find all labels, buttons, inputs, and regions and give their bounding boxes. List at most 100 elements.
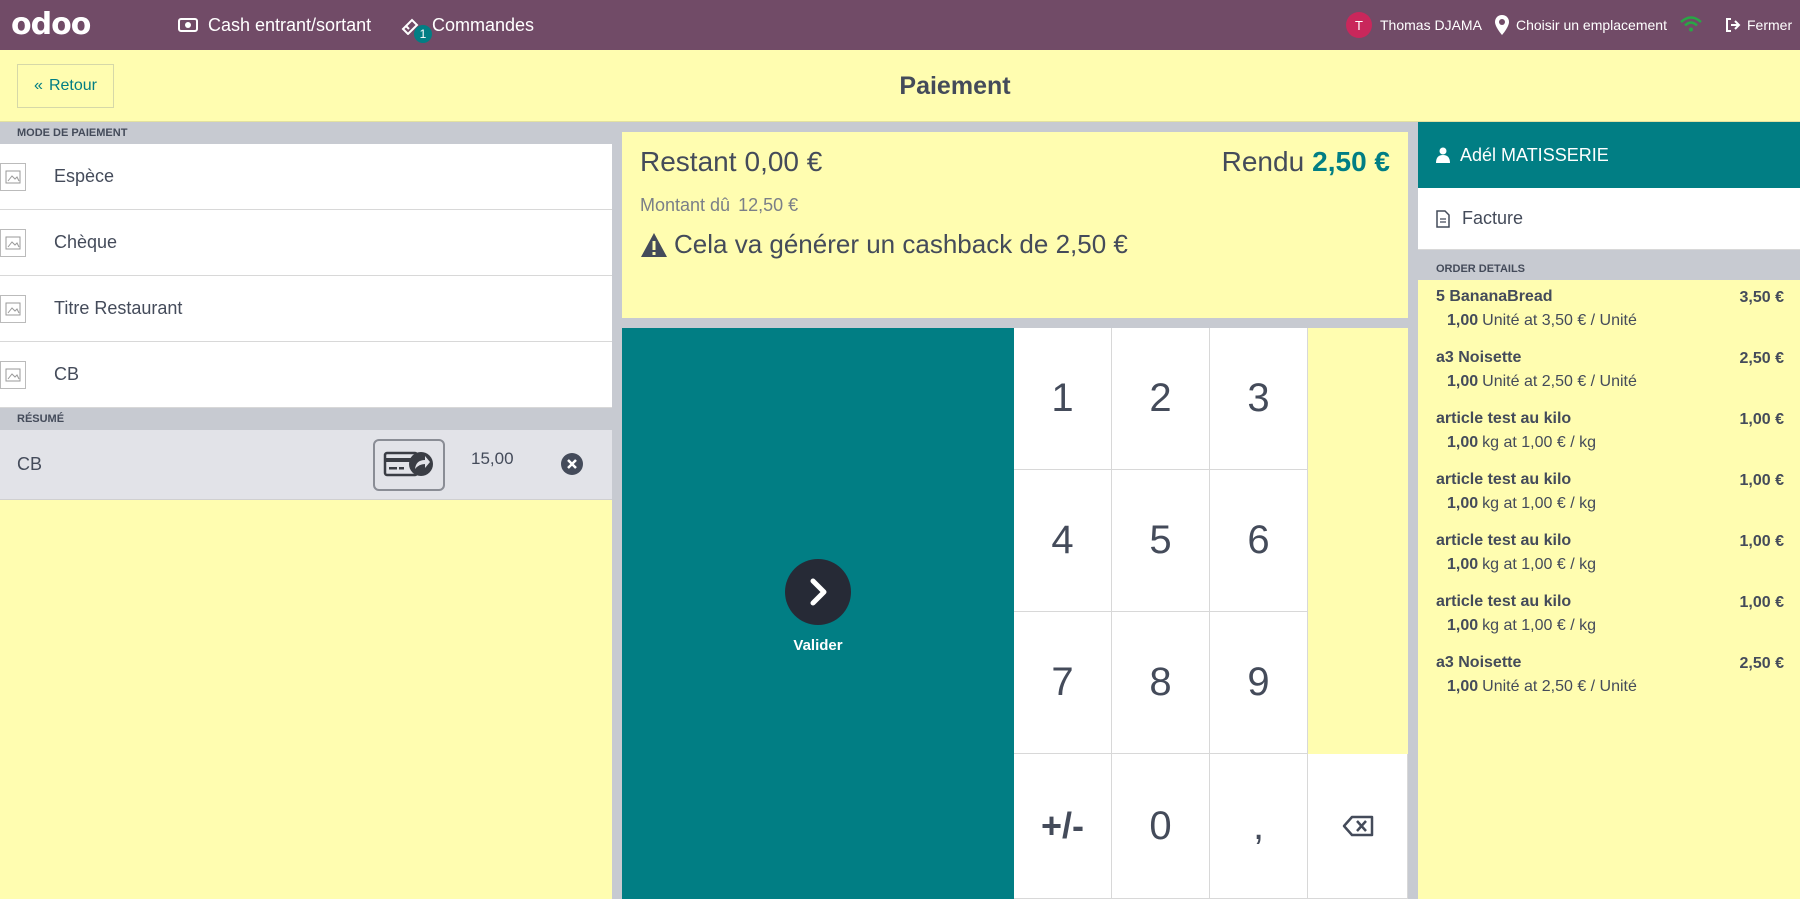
amount-due: Montant dû 12,50 € — [640, 195, 798, 216]
validate-button[interactable]: Valider — [622, 328, 1014, 899]
order-line-price: 2,50 € — [1739, 350, 1784, 367]
numpad-key-7[interactable]: 7 — [1014, 612, 1112, 754]
order-line-qty: 1,00 — [1447, 556, 1479, 573]
back-button[interactable]: « Retour — [17, 64, 114, 108]
close-circle-icon — [561, 453, 583, 475]
cash-in-out-button[interactable]: Cash entrant/sortant — [178, 0, 371, 50]
order-line-name: 5 BananaBread — [1436, 288, 1553, 305]
order-line-name: a3 Noisette — [1436, 349, 1522, 366]
credit-card-send-icon — [383, 448, 435, 483]
close-session-button[interactable]: Fermer — [1725, 0, 1792, 50]
payment-method-espece[interactable]: Espèce — [0, 144, 612, 210]
order-line-info: 1,00 Unité at 2,50 € / Unité — [1436, 678, 1782, 696]
order-line-price: 1,00 € — [1739, 594, 1784, 611]
payment-line[interactable]: CB 15,00 — [0, 430, 612, 500]
numpad-key-1[interactable]: 1 — [1014, 328, 1112, 470]
remaining-label: Restant — [640, 146, 737, 177]
numpad-key-8[interactable]: 8 — [1112, 612, 1210, 754]
amount-due-label: Montant dû — [640, 195, 731, 215]
validate-label: Valider — [793, 637, 843, 654]
page-title: Paiement — [899, 71, 1011, 100]
user-menu[interactable]: T Thomas DJAMA — [1346, 0, 1482, 50]
order-line: article test au kilo 1,00 € 1,00 kg at 1,… — [1418, 524, 1800, 585]
orders-button[interactable]: 1 Commandes — [400, 0, 534, 50]
order-line-unit: kg at 1,00 € / kg — [1482, 556, 1596, 573]
payment-method-cb[interactable]: CB — [0, 342, 612, 408]
logo-text: odoo — [11, 7, 91, 42]
image-placeholder-icon — [0, 229, 26, 257]
order-line: 5 BananaBread 3,50 € 1,00 Unité at 3,50 €… — [1418, 280, 1800, 341]
summary-label: RÉSUMÉ — [0, 408, 612, 430]
numpad-key-0[interactable]: 0 — [1112, 754, 1210, 899]
location-selector[interactable]: Choisir un emplacement — [1494, 0, 1667, 50]
order-line-qty: 1,00 — [1447, 312, 1479, 329]
numpad-key-9[interactable]: 9 — [1210, 612, 1308, 754]
order-line-name: article test au kilo — [1436, 471, 1572, 488]
remaining-amount: Restant 0,00 € — [640, 146, 822, 178]
cashback-warning: Cela va générer un cashback de 2,50 € — [640, 229, 1128, 260]
customer-name: Adél MATISSERIE — [1460, 144, 1609, 165]
cash-in-out-label: Cash entrant/sortant — [208, 14, 372, 35]
change-value: 2,50 € — [1312, 146, 1390, 177]
payment-method-cheque[interactable]: Chèque — [0, 210, 612, 276]
close-label: Fermer — [1747, 17, 1793, 33]
numpad-key-plus-minus[interactable]: +/- — [1014, 754, 1112, 899]
amount-due-value: 12,50 € — [738, 195, 799, 215]
warning-icon — [640, 232, 668, 258]
change-label: Rendu — [1221, 146, 1305, 177]
image-placeholder-icon — [0, 295, 26, 323]
top-navbar: odoo Cash entrant/sortant 1 Commandes T … — [0, 0, 1800, 50]
order-panel: Adél MATISSERIE Facture ORDER DETAILS 5 … — [1418, 122, 1800, 899]
order-line-unit: kg at 1,00 € / kg — [1482, 495, 1596, 512]
back-label: Retour — [48, 77, 97, 94]
avatar: T — [1346, 12, 1372, 38]
connection-status[interactable] — [1680, 0, 1702, 50]
chevron-right-icon — [785, 559, 851, 625]
spacer — [1418, 250, 1800, 258]
order-line-info: 1,00 Unité at 3,50 € / Unité — [1436, 312, 1782, 330]
invoice-toggle[interactable]: Facture — [1418, 188, 1800, 250]
image-placeholder-icon — [0, 163, 26, 191]
order-line-price: 1,00 € — [1739, 411, 1784, 428]
odoo-logo[interactable]: odoo — [11, 7, 91, 42]
remaining-value: 0,00 € — [744, 146, 823, 177]
order-line-qty: 1,00 — [1447, 495, 1479, 512]
numpad-key-3[interactable]: 3 — [1210, 328, 1308, 470]
payment-line-name: CB — [17, 454, 43, 474]
payment-method-titre-restaurant[interactable]: Titre Restaurant — [0, 276, 612, 342]
order-line-qty: 1,00 — [1447, 434, 1479, 451]
double-chevron-left-icon: « — [34, 77, 43, 94]
customer-button[interactable]: Adél MATISSERIE — [1418, 122, 1800, 188]
backspace-icon — [1342, 815, 1373, 837]
payment-method-label: CB — [54, 364, 80, 384]
numpad-key-2[interactable]: 2 — [1112, 328, 1210, 470]
delete-payment-line-button[interactable] — [560, 452, 584, 476]
orders-label: Commandes — [432, 14, 535, 35]
payment-methods-panel: MODE DE PAIEMENT Espèce Chèque Titre Res… — [0, 122, 612, 899]
order-line-info: 1,00 kg at 1,00 € / kg — [1436, 556, 1782, 574]
image-placeholder-icon — [0, 361, 26, 389]
order-line-price: 3,50 € — [1739, 289, 1784, 306]
order-line-unit: Unité at 2,50 € / Unité — [1482, 373, 1637, 390]
order-line-name: article test au kilo — [1436, 410, 1572, 427]
numpad-key-comma[interactable]: , — [1210, 754, 1308, 899]
numpad-backspace[interactable] — [1308, 754, 1408, 899]
order-line: article test au kilo 1,00 € 1,00 kg at 1,… — [1418, 585, 1800, 646]
payment-methods-label: MODE DE PAIEMENT — [0, 122, 612, 144]
invoice-label: Facture — [1462, 208, 1524, 228]
order-line-price: 1,00 € — [1739, 472, 1784, 489]
numpad-key-5[interactable]: 5 — [1112, 470, 1210, 612]
numpad-key-4[interactable]: 4 — [1014, 470, 1112, 612]
order-line: a3 Noisette 2,50 € 1,00 Unité at 2,50 € /… — [1418, 341, 1800, 402]
order-line-unit: Unité at 2,50 € / Unité — [1482, 678, 1637, 695]
order-line-qty: 1,00 — [1447, 373, 1479, 390]
order-line: article test au kilo 1,00 € 1,00 kg at 1,… — [1418, 402, 1800, 463]
send-payment-button[interactable] — [373, 439, 445, 491]
order-line-price: 2,50 € — [1739, 655, 1784, 672]
numpad-empty — [1308, 328, 1408, 754]
order-line-name: a3 Noisette — [1436, 654, 1522, 671]
order-line-unit: kg at 1,00 € / kg — [1482, 617, 1596, 634]
order-line-name: article test au kilo — [1436, 532, 1572, 549]
numpad-key-6[interactable]: 6 — [1210, 470, 1308, 612]
order-line-info: 1,00 Unité at 2,50 € / Unité — [1436, 373, 1782, 391]
